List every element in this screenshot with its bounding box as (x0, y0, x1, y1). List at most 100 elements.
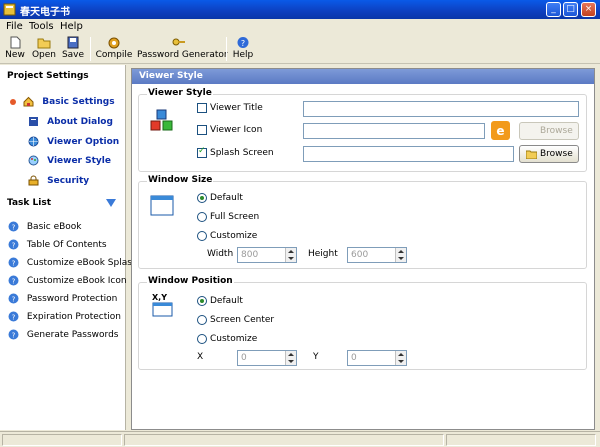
panel-header: Viewer Style (132, 69, 594, 84)
help-icon: ? (8, 329, 19, 340)
window-size-full-screen-label: Full Screen (210, 212, 260, 222)
maximize-button[interactable]: □ (563, 2, 578, 17)
window-position-default-label: Default (210, 296, 243, 306)
viewer-title-input[interactable] (303, 101, 579, 117)
width-spinner[interactable]: 800 (237, 247, 297, 263)
window-size-group-title: Window Size (147, 175, 214, 185)
task-item-customize-ebook-icon[interactable]: ? Customize eBook Icon (8, 275, 127, 286)
svg-text:?: ? (12, 224, 16, 232)
splash-screen-browse-button[interactable]: Browse (519, 145, 579, 163)
palette-icon (28, 155, 39, 166)
sidebar-item-basic-settings[interactable]: Basic Settings (10, 96, 115, 107)
viewer-style-group-title: Viewer Style (147, 88, 213, 98)
svg-text:e: e (496, 124, 504, 138)
help-icon: ? (8, 239, 19, 250)
help-icon: ? (8, 293, 19, 304)
svg-text:?: ? (12, 260, 16, 268)
sidebar-item-security[interactable]: Security (28, 175, 89, 186)
minimize-button[interactable]: _ (546, 2, 561, 17)
height-label: Height (308, 249, 338, 259)
task-item-generate-passwords[interactable]: ? Generate Passwords (8, 329, 119, 340)
window-position-screen-center-radio[interactable] (197, 315, 207, 325)
menu-file[interactable]: File (6, 21, 23, 32)
task-item-basic-ebook[interactable]: ? Basic eBook (8, 221, 82, 232)
svg-text:?: ? (12, 242, 16, 250)
globe-icon (28, 136, 39, 147)
window-position-screen-center-label: Screen Center (210, 315, 275, 325)
status-segment-2 (124, 434, 444, 446)
sidebar-item-about-dialog[interactable]: About Dialog (28, 116, 113, 127)
svg-text:?: ? (12, 314, 16, 322)
viewer-title-checkbox[interactable] (197, 103, 207, 113)
viewer-style-group: Viewer Style Viewer Title Viewer Icon e … (138, 88, 587, 172)
window-size-customize-radio[interactable] (197, 231, 207, 241)
open-button[interactable]: Open (31, 36, 57, 63)
menu-bar: File Tools Help (0, 19, 600, 34)
svg-text:?: ? (12, 278, 16, 286)
status-segment-1 (2, 434, 122, 446)
key-icon (172, 38, 185, 46)
window-position-customize-label: Customize (210, 334, 258, 344)
help-icon: ? (8, 275, 19, 286)
y-label: Y (313, 352, 319, 362)
window-size-default-label: Default (210, 193, 243, 203)
collapse-triangle-icon[interactable] (106, 199, 116, 207)
xy-icon-label: X,Y (152, 293, 167, 302)
home-icon (23, 96, 34, 107)
status-segment-3 (446, 434, 596, 446)
window-size-group: Window Size Default Full Screen Customiz… (138, 175, 587, 269)
splash-screen-label: Splash Screen (210, 148, 274, 158)
height-spinner[interactable]: 600 (347, 247, 407, 263)
window-position-default-radio[interactable] (197, 296, 207, 306)
open-folder-icon (37, 38, 51, 49)
task-item-password-protection[interactable]: ? Password Protection (8, 293, 117, 304)
viewer-icon-browse-button[interactable]: Browse (519, 122, 579, 140)
window-size-customize-label: Customize (210, 231, 258, 241)
task-item-expiration-protection[interactable]: ? Expiration Protection (8, 311, 121, 322)
y-spinner[interactable]: 0 (347, 350, 407, 366)
compile-icon (108, 37, 120, 49)
menu-help[interactable]: Help (60, 21, 83, 32)
task-item-customize-ebook-splash[interactable]: ? Customize eBook Splash (8, 257, 138, 268)
sidebar-item-viewer-option[interactable]: Viewer Option (28, 136, 119, 147)
window-size-full-screen-radio[interactable] (197, 212, 207, 222)
viewer-icon-input[interactable] (303, 123, 485, 139)
help-icon: ? (237, 37, 249, 48)
splash-screen-input[interactable] (303, 146, 514, 162)
viewer-title-label: Viewer Title (210, 103, 263, 113)
task-list-title: Task List (7, 198, 52, 208)
new-button[interactable]: New (4, 36, 26, 63)
svg-text:?: ? (12, 332, 16, 340)
compile-button[interactable]: Compile (95, 36, 133, 63)
lock-icon (28, 175, 39, 186)
splash-screen-checkbox[interactable] (197, 146, 207, 158)
new-file-icon (10, 36, 21, 49)
sidebar: Project Settings Basic Settings About Di… (0, 65, 138, 430)
title-bar: 春天电子书 _ □ × (0, 0, 600, 19)
window-position-group-title: Window Position (147, 276, 234, 286)
window-position-group: Window Position X,Y Default Screen Cente… (138, 276, 587, 370)
ebook-logo-icon: e (491, 121, 510, 140)
project-settings-title: Project Settings (7, 71, 89, 81)
viewer-icon-checkbox[interactable] (197, 125, 207, 135)
folder-icon (526, 150, 537, 159)
menu-tools[interactable]: Tools (29, 21, 54, 32)
sidebar-item-viewer-style[interactable]: Viewer Style (28, 155, 111, 166)
password-generator-button[interactable]: Password Generator (137, 36, 228, 63)
viewer-style-panel: Viewer Style Viewer Style Viewer Title V… (131, 68, 595, 430)
window-title: 春天电子书 (20, 7, 70, 18)
help-icon: ? (8, 311, 19, 322)
book-icon (29, 117, 38, 126)
window-size-default-radio[interactable] (197, 193, 207, 203)
cubes-icon (150, 109, 173, 131)
window-position-customize-radio[interactable] (197, 334, 207, 344)
close-button[interactable]: × (581, 2, 596, 17)
window-icon (150, 195, 174, 216)
x-spinner[interactable]: 0 (237, 350, 297, 366)
help-button[interactable]: ? Help (232, 36, 254, 63)
save-button[interactable]: Save (61, 36, 85, 63)
help-icon: ? (8, 257, 19, 268)
task-item-table-of-contents[interactable]: ? Table Of Contents (8, 239, 107, 250)
selection-bullet-icon (10, 98, 16, 105)
status-bar (0, 431, 600, 447)
